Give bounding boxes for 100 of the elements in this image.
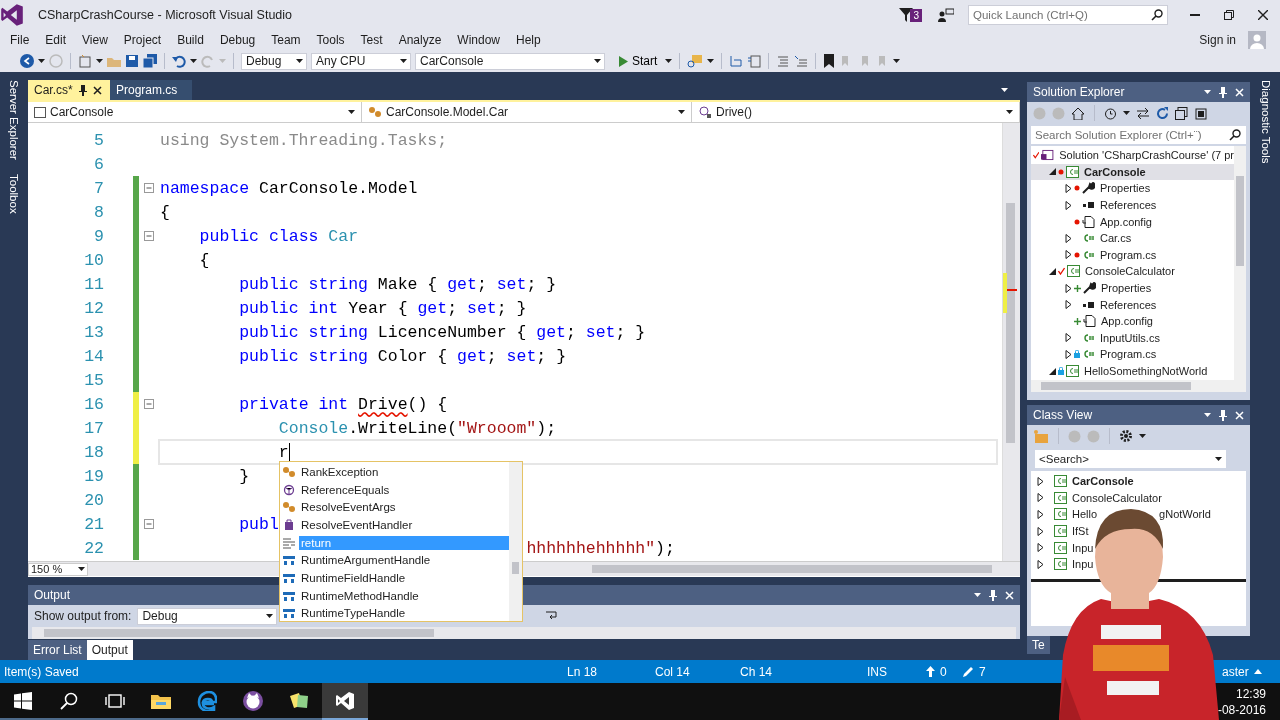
- completion-item[interactable]: RuntimeArgumentHandle: [280, 551, 509, 570]
- back-icon[interactable]: [20, 54, 34, 68]
- expanded-arrow-icon[interactable]: [1049, 168, 1056, 176]
- tree-item[interactable]: References: [1031, 196, 1234, 214]
- taskbar-button[interactable]: [322, 683, 368, 720]
- save-icon[interactable]: [125, 54, 139, 68]
- tree-item[interactable]: Solution 'CSharpCrashCourse' (7 pr: [1031, 147, 1234, 164]
- completion-item[interactable]: RuntimeFieldHandle: [280, 569, 509, 587]
- save-all-icon[interactable]: [143, 54, 157, 68]
- class-view-item[interactable]: Inpu: [1031, 555, 1246, 573]
- find-icon[interactable]: [687, 54, 704, 68]
- configuration-dropdown[interactable]: Debug: [241, 52, 307, 70]
- navigation-dropdown[interactable]: CarConsole.Model.Car: [362, 102, 692, 122]
- completion-item[interactable]: RuntimeMethodHandle: [280, 586, 509, 605]
- pin-icon[interactable]: [1219, 86, 1227, 98]
- history-icon[interactable]: [1104, 106, 1117, 120]
- folder-icon[interactable]: [151, 692, 171, 709]
- menu-item[interactable]: Tools: [308, 33, 353, 47]
- edge-browser-icon[interactable]: [197, 690, 217, 711]
- undo-icon[interactable]: [172, 54, 186, 68]
- search-dropdown[interactable]: <Search>: [1035, 450, 1226, 468]
- sticky-notes-icon[interactable]: [288, 691, 310, 710]
- panel-tab[interactable]: Output: [86, 640, 133, 660]
- vertical-scrollbar[interactable]: [1234, 146, 1246, 380]
- menu-item[interactable]: Edit: [37, 33, 75, 47]
- pin-icon[interactable]: [1219, 409, 1227, 421]
- windows-start-icon[interactable]: [14, 691, 32, 710]
- navigation-dropdown[interactable]: CarConsole: [28, 102, 362, 122]
- tree-item[interactable]: Properties: [1031, 279, 1234, 297]
- settings-icon[interactable]: [1119, 429, 1133, 443]
- menu-item[interactable]: File: [2, 33, 38, 47]
- navigation-dropdown[interactable]: Drive(): [692, 102, 1020, 122]
- cat-app-icon[interactable]: [243, 690, 263, 711]
- feedback-icon[interactable]: [938, 8, 954, 22]
- tree-item[interactable]: InputUtils.cs: [1031, 329, 1234, 347]
- refresh-icon[interactable]: [1156, 106, 1169, 120]
- class-view-item[interactable]: IfSt: [1031, 522, 1246, 540]
- visual-studio-icon[interactable]: [335, 690, 355, 711]
- search-icon[interactable]: [60, 691, 78, 710]
- notification-badge[interactable]: 3: [910, 8, 922, 22]
- class-view-item[interactable]: Inpu: [1031, 539, 1246, 556]
- collapse-all-icon[interactable]: [1175, 106, 1188, 120]
- menu-item[interactable]: Analyze: [390, 33, 450, 47]
- zoom-dropdown[interactable]: 150 %: [28, 562, 88, 576]
- expanded-arrow-icon[interactable]: [1049, 267, 1056, 275]
- collapse-icon[interactable]: [143, 399, 154, 409]
- horizontal-scrollbar[interactable]: [1031, 380, 1246, 392]
- class-view-item[interactable]: Hello gNotWorld: [1031, 506, 1246, 523]
- tree-item[interactable]: CarConsole: [1031, 163, 1234, 181]
- completion-item[interactable]: RankException: [280, 463, 509, 481]
- collapse-icon[interactable]: [143, 231, 154, 241]
- tree-item[interactable]: Properties: [1031, 180, 1234, 197]
- sign-in-link[interactable]: Sign in: [1199, 33, 1236, 47]
- menu-item[interactable]: Build: [169, 33, 212, 47]
- sync-icon[interactable]: [1136, 106, 1150, 120]
- vertical-scrollbar[interactable]: [509, 462, 522, 621]
- completion-item[interactable]: ResolveEventHandler: [280, 516, 509, 534]
- tree-item[interactable]: Car.cs: [1031, 229, 1234, 247]
- tree-item[interactable]: HelloSomethingNotWorld: [1031, 362, 1234, 380]
- document-tab[interactable]: Program.cs: [110, 80, 192, 100]
- output-source-dropdown[interactable]: Debug: [137, 607, 278, 625]
- filter-icon[interactable]: [899, 8, 914, 22]
- quick-launch-field[interactable]: Quick Launch (Ctrl+Q): [968, 5, 1168, 25]
- copy-icon[interactable]: [1194, 106, 1207, 120]
- menu-item[interactable]: Team: [263, 33, 309, 47]
- collapse-icon[interactable]: [143, 519, 154, 529]
- search-field[interactable]: Search Solution Explorer (Ctrl+¨): [1031, 126, 1246, 144]
- collapse-icon[interactable]: [143, 183, 154, 193]
- menu-item[interactable]: Test: [352, 33, 391, 47]
- side-tab[interactable]: Toolbox: [8, 173, 20, 214]
- start-button[interactable]: Start: [615, 54, 662, 68]
- tree-item[interactable]: Program.cs: [1031, 346, 1234, 363]
- panel-tab[interactable]: Error List: [28, 640, 87, 660]
- side-tab[interactable]: Diagnostic Tools: [1260, 80, 1272, 164]
- home-icon[interactable]: [1071, 106, 1085, 120]
- tree-item[interactable]: App.config: [1031, 213, 1234, 230]
- tree-item[interactable]: Program.cs: [1031, 246, 1234, 264]
- menu-item[interactable]: Window: [449, 33, 508, 47]
- platform-dropdown[interactable]: Any CPU: [311, 52, 411, 70]
- menu-item[interactable]: Project: [115, 33, 170, 47]
- document-tab[interactable]: Car.cs*: [28, 80, 110, 100]
- tree-item[interactable]: References: [1031, 296, 1234, 313]
- close-icon[interactable]: [92, 85, 102, 95]
- bookmark-icon[interactable]: [823, 54, 836, 68]
- pin-icon[interactable]: [78, 84, 87, 96]
- task-view-icon[interactable]: [105, 692, 125, 709]
- panel-tab[interactable]: Te: [1027, 636, 1050, 654]
- menu-item[interactable]: View: [74, 33, 116, 47]
- class-view-item[interactable]: ConsoleCalculator: [1031, 489, 1246, 507]
- pin-icon[interactable]: [989, 589, 997, 601]
- tree-item[interactable]: ConsoleCalculator: [1031, 263, 1234, 280]
- expanded-arrow-icon[interactable]: [1049, 367, 1056, 375]
- menu-item[interactable]: Debug: [211, 33, 264, 47]
- completion-item[interactable]: RuntimeTypeHandle: [280, 604, 509, 623]
- document-list-icon[interactable]: [747, 54, 762, 68]
- class-view-item[interactable]: CarConsole: [1031, 473, 1246, 490]
- completion-item[interactable]: ReferenceEquals: [280, 480, 509, 499]
- menu-item[interactable]: Help: [508, 33, 549, 47]
- tree-item[interactable]: App.config: [1031, 312, 1234, 330]
- startup-project-dropdown[interactable]: CarConsole: [415, 52, 605, 70]
